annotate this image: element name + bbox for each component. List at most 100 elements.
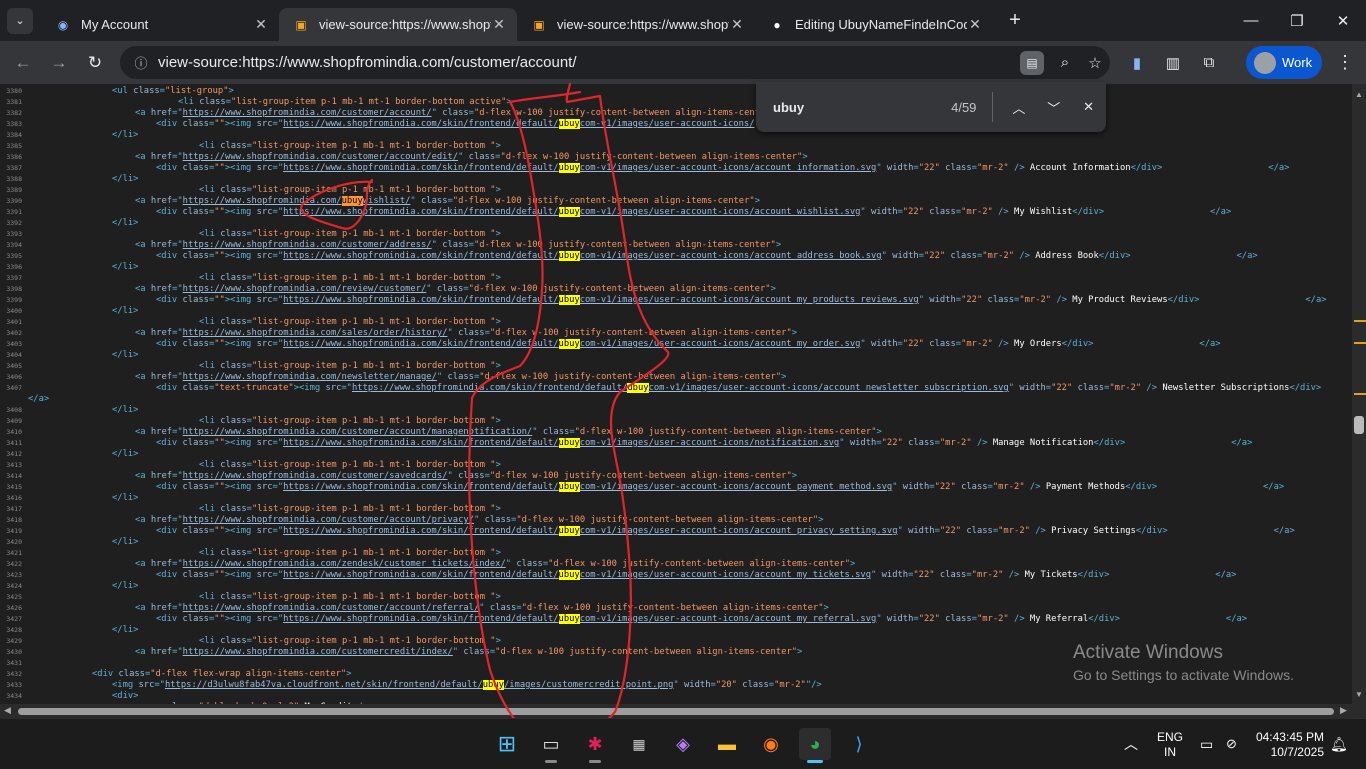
find-input[interactable]: ubuy bbox=[773, 100, 918, 115]
source-link[interactable]: https://www.shopfromindia.com/skin/front… bbox=[283, 251, 558, 261]
find-close-icon[interactable]: ✕ bbox=[1071, 99, 1106, 115]
vertical-scrollbar[interactable]: ▲ ▼ bbox=[1352, 84, 1366, 704]
tab-my-account[interactable]: ◉ My Account ✕ bbox=[41, 8, 279, 41]
profile-button[interactable]: Work bbox=[1246, 46, 1322, 79]
source-link[interactable]: https://www.shopfromindia.com/customer/a… bbox=[183, 152, 458, 162]
find-next-chevron-down-icon[interactable]: ﹀ bbox=[1036, 98, 1071, 117]
scroll-thumb[interactable] bbox=[1354, 416, 1364, 434]
find-match-highlight: ubuy bbox=[341, 196, 363, 206]
close-icon[interactable]: ✕ bbox=[491, 16, 507, 33]
source-link[interactable]: https://www.shopfromindia.com/zendesk/cu… bbox=[183, 559, 506, 569]
view-source-content[interactable]: 3380 <ul class="list-group"> 3381 <li class… bbox=[0, 84, 1352, 704]
source-link[interactable]: https://www.shopfromindia.com/skin/front… bbox=[283, 438, 558, 448]
task-view-icon[interactable]: ▭ bbox=[535, 728, 567, 763]
source-link[interactable]: com-v1/images/user-account-icons/account… bbox=[580, 207, 861, 217]
extension-docs-icon[interactable]: ▮ bbox=[1119, 46, 1155, 80]
tab-view-source-home[interactable]: ▣ view-source:https://www.shopfromindia.… bbox=[517, 8, 755, 41]
chrome-icon[interactable]: ◕ bbox=[799, 728, 831, 763]
source-link[interactable]: https://www.shopfromindia.com/customer/a… bbox=[183, 427, 533, 437]
tab-github-editing[interactable]: ● Editing UbuyNameFindeInCode ✕ bbox=[755, 8, 993, 41]
scroll-up-arrow-icon[interactable]: ▲ bbox=[1355, 90, 1363, 99]
source-link[interactable]: https://www.shopfromindia.com/customer/a… bbox=[183, 108, 432, 118]
source-link[interactable]: com-v1/images/user-account-icons/account… bbox=[580, 482, 892, 492]
source-token: "d-flex w-100 justify-content-between al… bbox=[516, 515, 819, 525]
source-link[interactable]: https://www.shopfromindia.com/customer/a… bbox=[183, 515, 474, 525]
source-token: "22" bbox=[934, 482, 956, 492]
close-icon[interactable]: ✕ bbox=[253, 16, 269, 33]
source-link[interactable]: com-v1/images/user-account-icons/notific… bbox=[580, 438, 840, 448]
system-clock[interactable]: 04:43:45 PM 10/7/2025 bbox=[1254, 730, 1324, 760]
vscode-icon[interactable]: ⟩ bbox=[843, 728, 875, 760]
source-link[interactable]: https://www.shopfromindia.com/customercr… bbox=[183, 647, 453, 657]
calendar-icon[interactable]: ▦ bbox=[623, 728, 655, 760]
extensions-puzzle-icon[interactable]: ⧉ bbox=[1191, 46, 1227, 80]
show-hidden-icons-chevron-up-icon[interactable]: ︿ bbox=[1124, 719, 1138, 769]
source-link[interactable]: https://www.shopfromindia.com/customer/s… bbox=[183, 471, 448, 481]
source-link[interactable]: com-v1/images/user-account-icons/account… bbox=[649, 383, 1009, 393]
maximize-icon[interactable]: ❐ bbox=[1274, 0, 1320, 41]
scroll-down-arrow-icon[interactable]: ▼ bbox=[1355, 690, 1363, 699]
source-link[interactable]: https://www.shopfromindia.com/skin/front… bbox=[283, 614, 558, 624]
source-link[interactable]: com-v1/images/user-account-icons/account… bbox=[580, 526, 898, 536]
source-link[interactable]: https://www.shopfromindia.com/skin/front… bbox=[283, 482, 558, 492]
close-icon[interactable]: ✕ bbox=[729, 16, 745, 33]
source-link[interactable]: com-v1/images/user-account-icons/account… bbox=[580, 339, 861, 349]
zoom-icon[interactable]: ⌕ bbox=[1050, 54, 1080, 71]
scroll-right-arrow-icon[interactable]: ▶ bbox=[1340, 705, 1347, 716]
source-link[interactable]: https://www.shopfromindia.com/review/cus… bbox=[183, 284, 427, 294]
new-tab-plus-icon[interactable]: + bbox=[1001, 9, 1029, 32]
source-link[interactable]: com-v1/images/user-account-icons/account… bbox=[580, 614, 877, 624]
source-link[interactable]: https://www.shopfromindia.com/skin/front… bbox=[283, 207, 558, 217]
source-link[interactable]: https://www.shopfromindia.com/skin/front… bbox=[352, 383, 627, 393]
source-link[interactable]: com-v1/images/user-account-icons/account… bbox=[580, 570, 871, 580]
source-link[interactable]: /images/customercredit/point.png bbox=[504, 680, 673, 690]
lens-search-icon[interactable]: ▤ bbox=[1020, 50, 1044, 75]
source-token: <div bbox=[156, 119, 183, 129]
source-link[interactable]: https://www.shopfromindia.com/skin/front… bbox=[283, 339, 558, 349]
source-link[interactable]: https://www.shopfromindia.com/skin/front… bbox=[283, 526, 558, 536]
source-token: > bbox=[770, 284, 776, 294]
slack-icon[interactable]: ✱ bbox=[579, 728, 611, 763]
file-explorer-icon[interactable]: ▬ bbox=[711, 728, 743, 760]
scroll-thumb[interactable] bbox=[18, 708, 1334, 715]
find-previous-chevron-up-icon[interactable]: ︿ bbox=[1001, 98, 1036, 117]
source-link[interactable]: https://www.shopfromindia.com/ bbox=[183, 196, 342, 206]
forward-arrow-icon[interactable]: → bbox=[42, 46, 76, 80]
minimize-icon[interactable]: — bbox=[1228, 0, 1274, 41]
back-arrow-icon[interactable]: ← bbox=[6, 46, 40, 80]
notification-bell-icon[interactable]: 🔔︎ bbox=[1330, 719, 1348, 769]
more-menu-icon[interactable]: ⋮ bbox=[1330, 46, 1360, 79]
language-indicator[interactable]: ENG IN bbox=[1150, 730, 1190, 760]
source-link[interactable]: https://www.shopfromindia.com/skin/front… bbox=[283, 163, 558, 173]
url-text[interactable]: view-source:https://www.shopfromindia.co… bbox=[158, 54, 1020, 71]
volume-muted-icon[interactable]: ⊘ bbox=[1226, 719, 1237, 769]
source-link[interactable]: https://www.shopfromindia.com/newsletter… bbox=[183, 372, 437, 382]
source-link[interactable]: https://www.shopfromindia.com/skin/front… bbox=[283, 295, 558, 305]
close-icon[interactable]: ✕ bbox=[967, 16, 983, 33]
source-link[interactable]: wishlist/ bbox=[363, 196, 411, 206]
source-link[interactable]: com-v1/images/user-account-icons/account… bbox=[580, 251, 882, 261]
network-icon[interactable]: ▭ bbox=[1200, 719, 1213, 769]
source-link[interactable]: https://www.shopfromindia.com/customer/a… bbox=[183, 603, 480, 613]
site-info-icon[interactable]: ⓘ bbox=[130, 53, 152, 72]
source-link[interactable]: https://d3ulwu8fab47va.cloudfront.net/sk… bbox=[165, 680, 483, 690]
tab-view-source-account[interactable]: ▣ view-source:https://www.shopfromindia.… bbox=[279, 8, 517, 41]
close-window-icon[interactable]: ✕ bbox=[1320, 0, 1366, 41]
source-link[interactable]: com-v1/images/user-account-icons/ bbox=[580, 119, 755, 129]
reload-icon[interactable]: ↻ bbox=[78, 46, 112, 80]
copilot-icon[interactable]: ◈ bbox=[667, 728, 699, 760]
tab-search-chevron-down-icon[interactable]: ⌄ bbox=[7, 7, 33, 34]
source-link[interactable]: https://www.shopfromindia.com/sales/orde… bbox=[183, 328, 448, 338]
extension-reader-icon[interactable]: ▥ bbox=[1155, 46, 1191, 80]
scroll-left-arrow-icon[interactable]: ◀ bbox=[4, 705, 11, 716]
source-link[interactable]: com-v1/images/user-account-icons/account… bbox=[580, 163, 877, 173]
bookmark-star-icon[interactable]: ☆ bbox=[1080, 54, 1110, 72]
source-link[interactable]: https://www.shopfromindia.com/skin/front… bbox=[283, 570, 558, 580]
source-link[interactable]: https://www.shopfromindia.com/customer/a… bbox=[183, 240, 432, 250]
source-link[interactable]: com-v1/images/user-account-icons/account… bbox=[580, 295, 919, 305]
firefox-icon[interactable]: ◉ bbox=[755, 728, 787, 760]
source-link[interactable]: https://www.shopfromindia.com/skin/front… bbox=[283, 119, 558, 129]
horizontal-scrollbar[interactable]: ◀ ▶ bbox=[0, 704, 1366, 718]
windows-start-icon[interactable]: ⊞ bbox=[491, 728, 523, 760]
address-bar[interactable]: ⓘ view-source:https://www.shopfromindia.… bbox=[120, 46, 1110, 79]
